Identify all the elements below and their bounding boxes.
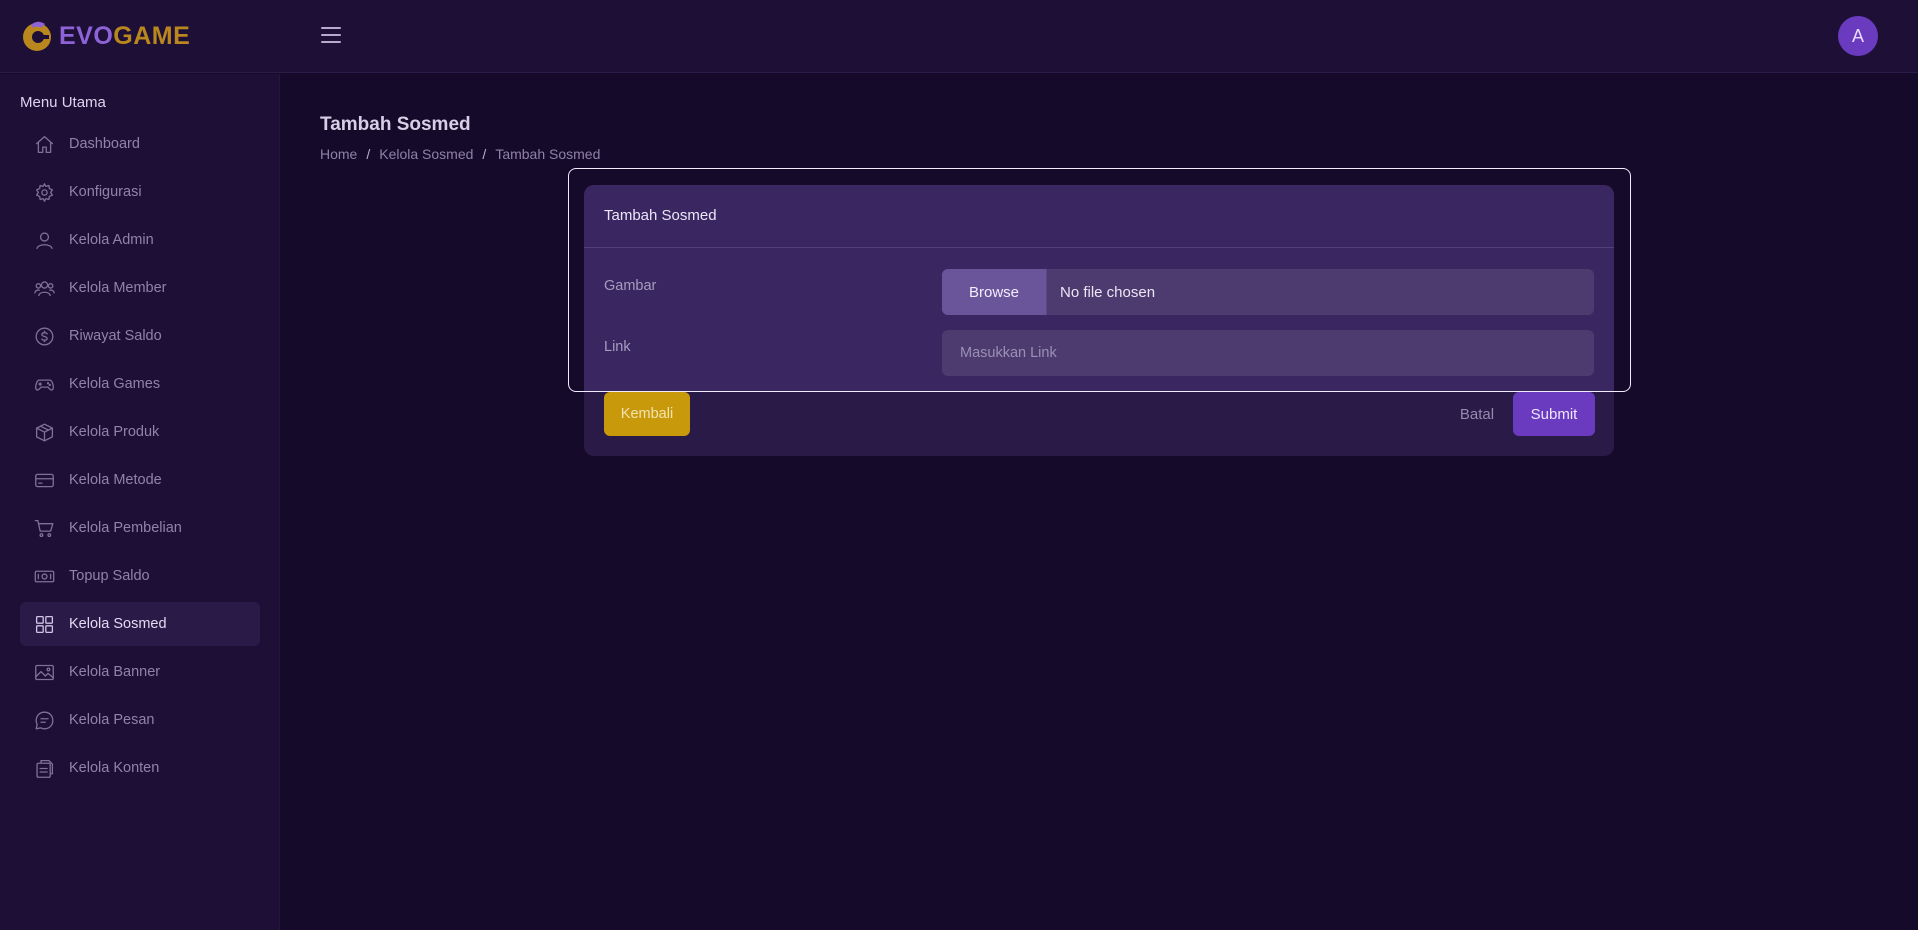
- sidebar-item-kelola-metode[interactable]: Kelola Metode: [20, 458, 260, 502]
- sidebar-item-kelola-pembelian[interactable]: Kelola Pembelian: [20, 506, 260, 550]
- sidebar-menu: Dashboard Konfigurasi Kelola Admin Kelol…: [20, 122, 260, 794]
- sidebar-item-kelola-konten[interactable]: Kelola Konten: [20, 746, 260, 790]
- sidebar-item-label: Konfigurasi: [69, 184, 142, 200]
- sidebar-item-kelola-pesan[interactable]: Kelola Pesan: [20, 698, 260, 742]
- breadcrumb-kelola-sosmed[interactable]: Kelola Sosmed: [379, 146, 473, 162]
- card-body: Tambah Sosmed Gambar Browse No file chos…: [584, 185, 1614, 391]
- sidebar-item-label: Kelola Banner: [69, 664, 161, 680]
- logo-text: EVOGAME: [59, 21, 191, 50]
- sidebar-item-dashboard[interactable]: Dashboard: [20, 122, 260, 166]
- cart-icon: [33, 517, 55, 539]
- sidebar-title: Menu Utama: [20, 94, 106, 111]
- grid-icon: [33, 613, 55, 635]
- users-icon: [33, 277, 55, 299]
- message-icon: [33, 709, 55, 731]
- sidebar-item-label: Riwayat Saldo: [69, 328, 162, 344]
- sidebar: Menu Utama Dashboard Konfigurasi Kelola …: [0, 74, 280, 930]
- file-status-text: No file chosen: [1060, 283, 1156, 301]
- breadcrumb-separator: /: [366, 146, 371, 162]
- gear-icon: [33, 181, 55, 203]
- submit-button[interactable]: Submit: [1513, 392, 1595, 436]
- money-icon: [33, 565, 55, 587]
- top-bar: EVOGAME A: [0, 0, 1918, 73]
- image-icon: [33, 661, 55, 683]
- breadcrumb-separator: /: [482, 146, 487, 162]
- avatar[interactable]: A: [1838, 16, 1878, 56]
- sidebar-item-label: Dashboard: [69, 136, 140, 152]
- sidebar-item-konfigurasi[interactable]: Konfigurasi: [20, 170, 260, 214]
- sidebar-item-riwayat-saldo[interactable]: Riwayat Saldo: [20, 314, 260, 358]
- sidebar-item-label: Kelola Produk: [69, 424, 160, 440]
- cancel-button[interactable]: Batal: [1452, 392, 1502, 436]
- page-title: Tambah Sosmed: [320, 114, 471, 135]
- image-file-input[interactable]: Browse No file chosen: [942, 269, 1594, 315]
- sidebar-item-topup-saldo[interactable]: Topup Saldo: [20, 554, 260, 598]
- user-icon: [33, 229, 55, 251]
- logo-mark-icon: [23, 21, 51, 51]
- sidebar-item-kelola-sosmed[interactable]: Kelola Sosmed: [20, 602, 260, 646]
- box-icon: [33, 421, 55, 443]
- logo[interactable]: EVOGAME: [21, 19, 190, 53]
- gamepad-icon: [33, 373, 55, 395]
- breadcrumb-home[interactable]: Home: [320, 146, 357, 162]
- add-sosmed-form-card: Tambah Sosmed Gambar Browse No file chos…: [584, 185, 1614, 456]
- back-button[interactable]: Kembali: [604, 392, 690, 436]
- sidebar-item-label: Topup Saldo: [69, 568, 150, 584]
- sidebar-item-label: Kelola Konten: [69, 760, 160, 776]
- card-title: Tambah Sosmed: [604, 207, 717, 224]
- dollar-circle-icon: [33, 325, 55, 347]
- card-header: Tambah Sosmed: [584, 185, 1614, 248]
- sidebar-item-kelola-admin[interactable]: Kelola Admin: [20, 218, 260, 262]
- credit-card-icon: [33, 469, 55, 491]
- link-label: Link: [604, 339, 631, 355]
- sidebar-item-kelola-banner[interactable]: Kelola Banner: [20, 650, 260, 694]
- browse-button[interactable]: Browse: [942, 269, 1047, 315]
- sidebar-item-label: Kelola Pembelian: [69, 520, 182, 536]
- breadcrumb: Home / Kelola Sosmed / Tambah Sosmed: [320, 146, 600, 162]
- sidebar-item-label: Kelola Admin: [69, 232, 154, 248]
- sidebar-item-kelola-produk[interactable]: Kelola Produk: [20, 410, 260, 454]
- image-label: Gambar: [604, 278, 657, 294]
- breadcrumb-current: Tambah Sosmed: [495, 146, 601, 162]
- sidebar-item-label: Kelola Metode: [69, 472, 162, 488]
- sidebar-item-label: Kelola Games: [69, 376, 161, 392]
- link-input[interactable]: [942, 330, 1594, 376]
- sidebar-item-label: Kelola Member: [69, 280, 167, 296]
- document-icon: [33, 757, 55, 779]
- home-icon: [33, 133, 55, 155]
- sidebar-item-kelola-member[interactable]: Kelola Member: [20, 266, 260, 310]
- sidebar-item-label: Kelola Pesan: [69, 712, 155, 728]
- hamburger-menu-icon[interactable]: [321, 27, 341, 45]
- sidebar-item-label: Kelola Sosmed: [69, 616, 167, 632]
- sidebar-item-kelola-games[interactable]: Kelola Games: [20, 362, 260, 406]
